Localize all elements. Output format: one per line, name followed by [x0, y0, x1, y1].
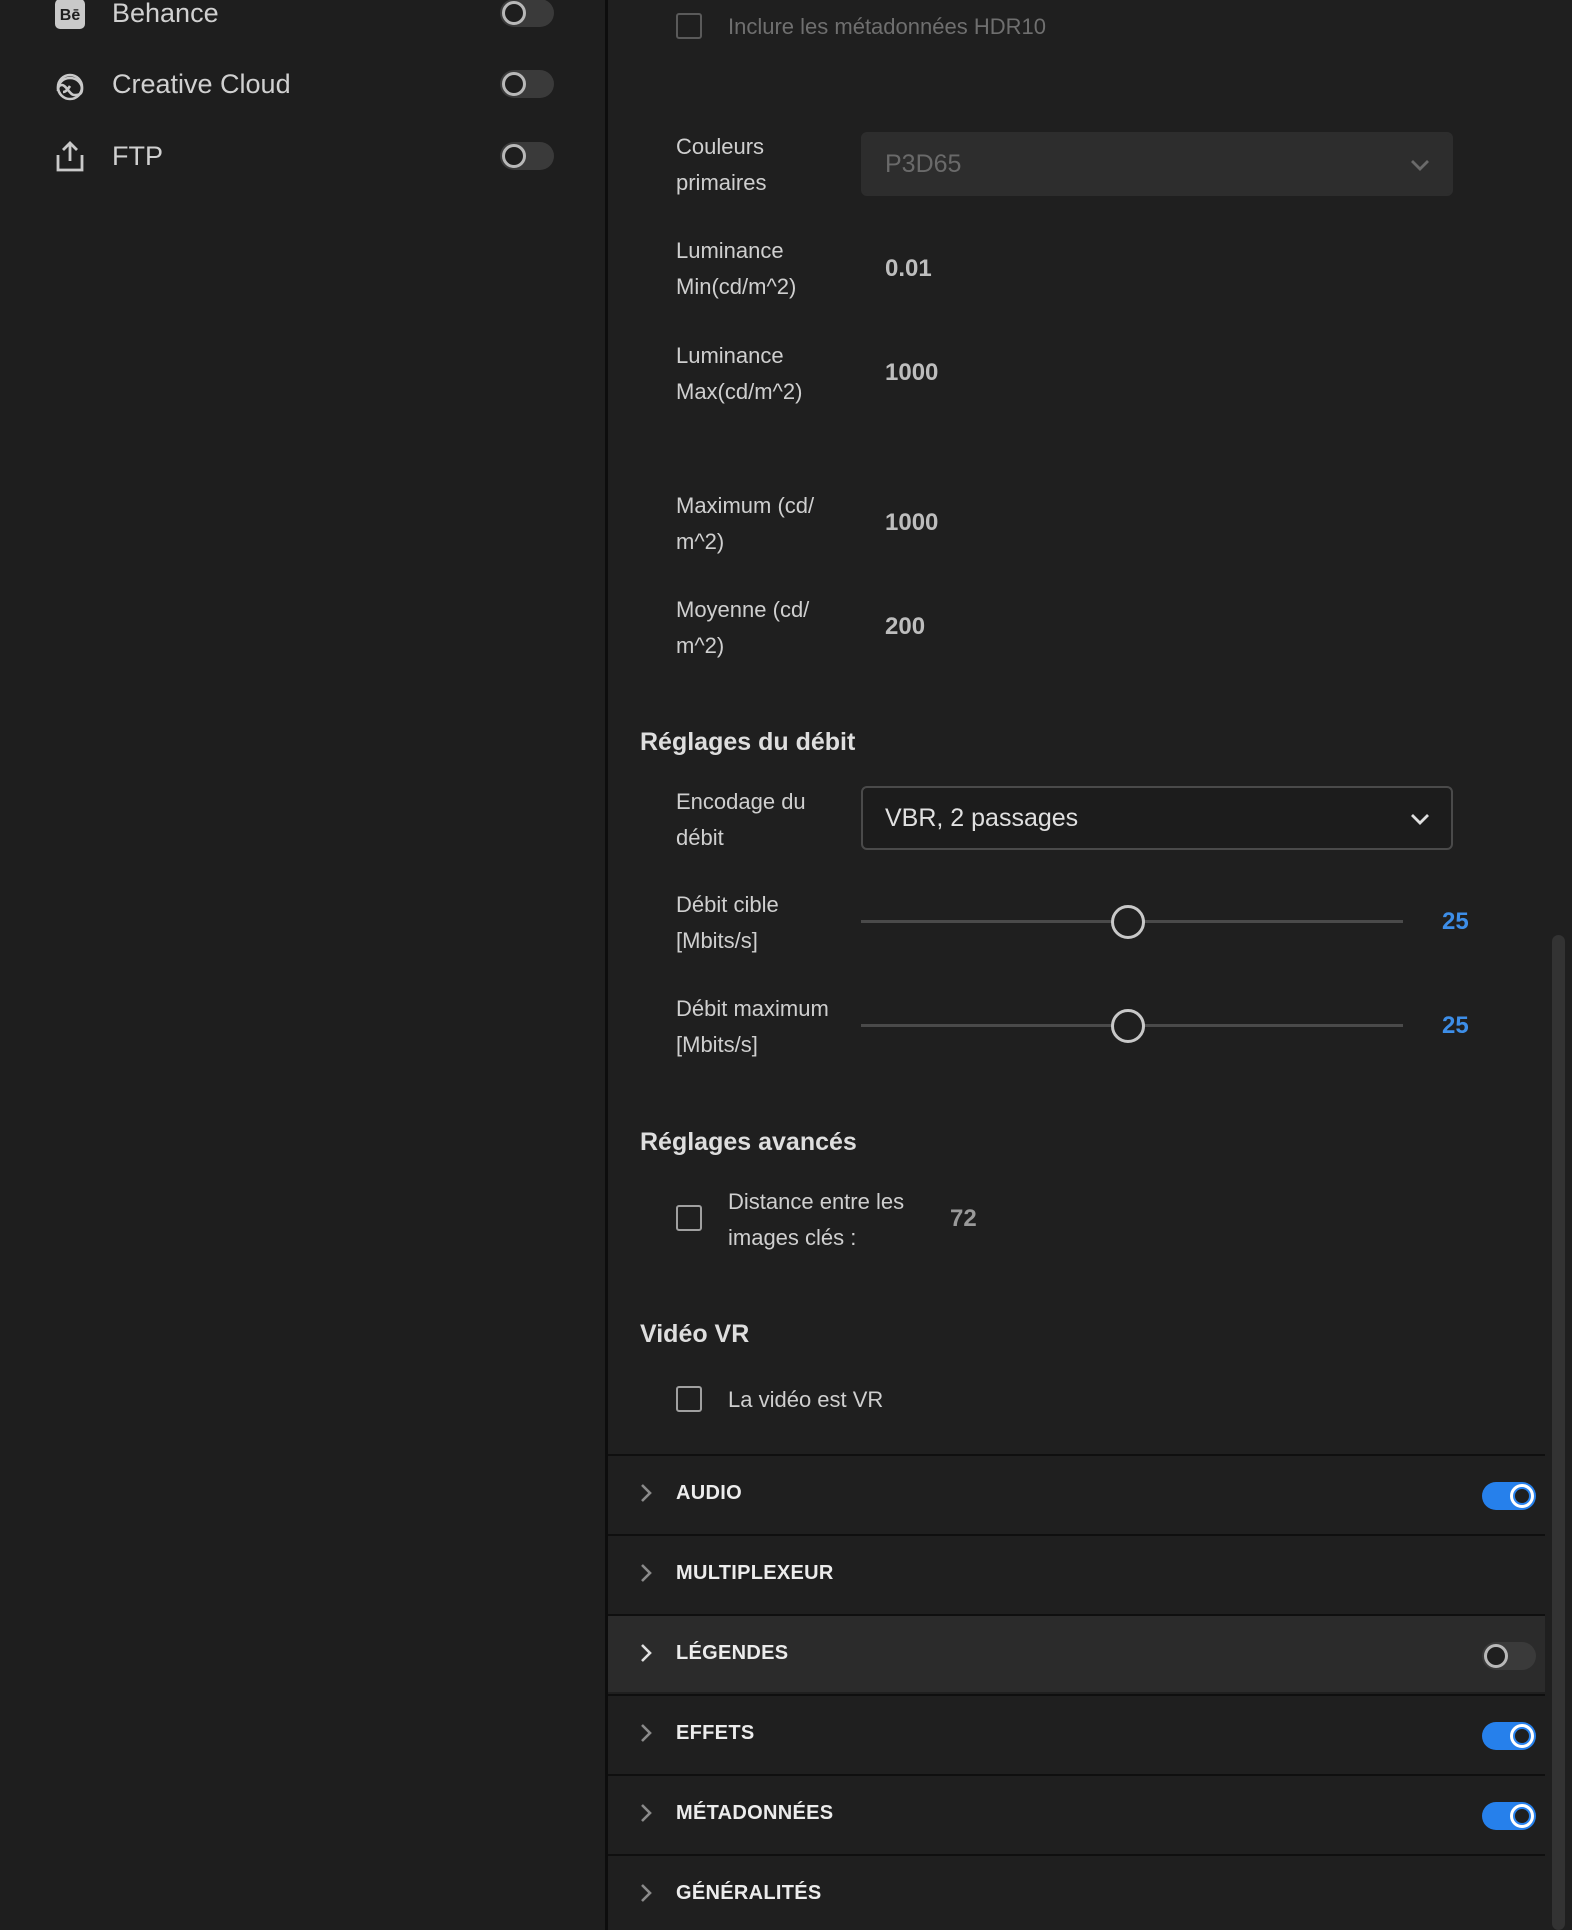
chevron-right-icon: [641, 1804, 652, 1822]
chevron-down-icon: [1411, 160, 1429, 171]
section-multiplexer[interactable]: MULTIPLEXEUR: [608, 1534, 1545, 1612]
dropdown-value: P3D65: [885, 150, 962, 178]
upload-icon: [52, 139, 88, 175]
color-primaries-dropdown[interactable]: P3D65: [861, 132, 1453, 196]
luminance-min-value[interactable]: 0.01: [885, 255, 932, 283]
chevron-down-icon: [1411, 814, 1429, 825]
target-bitrate-label: [Mbits/s]: [676, 928, 758, 953]
destination-label: FTP: [112, 141, 163, 171]
section-label: EFFETS: [676, 1722, 755, 1744]
section-audio[interactable]: AUDIO: [608, 1454, 1545, 1532]
creative-cloud-toggle[interactable]: [500, 70, 554, 98]
advanced-settings-title: Réglages avancés: [640, 1128, 857, 1156]
target-bitrate-label: Débit cible: [676, 892, 779, 917]
behance-toggle[interactable]: [500, 0, 554, 27]
chevron-right-icon: [641, 1644, 652, 1662]
keyframe-distance-label: images clés :: [728, 1225, 857, 1250]
section-label: LÉGENDES: [676, 1642, 789, 1664]
bitrate-encoding-dropdown[interactable]: VBR, 2 passages: [861, 786, 1453, 850]
destinations-sidebar: Bē Behance Creative Cloud FTP: [0, 0, 605, 1930]
bitrate-settings-title: Réglages du débit: [640, 728, 856, 756]
luminance-max-label: Max(cd/m^2): [676, 379, 803, 404]
color-primaries-label: Couleurs: [676, 134, 765, 159]
max-bitrate-label: [Mbits/s]: [676, 1032, 758, 1057]
chevron-right-icon: [641, 1564, 652, 1582]
destination-creative-cloud[interactable]: Creative Cloud: [0, 61, 605, 109]
svg-text:Bē: Bē: [60, 7, 81, 24]
destination-label: Behance: [112, 0, 219, 28]
scrollbar-thumb[interactable]: [1552, 935, 1565, 1930]
vr-video-title: Vidéo VR: [640, 1320, 750, 1348]
luminance-min-label: Min(cd/m^2): [676, 274, 797, 299]
destination-behance[interactable]: Bē Behance: [0, 0, 605, 38]
section-captions[interactable]: LÉGENDES: [608, 1614, 1545, 1692]
section-label: AUDIO: [676, 1482, 742, 1504]
export-settings-panel: Inclure les métadonnées HDR10 Couleurs p…: [608, 0, 1572, 1930]
section-effects[interactable]: EFFETS: [608, 1694, 1545, 1772]
dropdown-value: VBR, 2 passages: [885, 804, 1079, 832]
panel-scrollbar[interactable]: [1545, 0, 1572, 1930]
metadata-toggle[interactable]: [1482, 1802, 1536, 1830]
is-vr-checkbox[interactable]: [676, 1386, 702, 1412]
bitrate-encoding-label: débit: [676, 825, 724, 850]
chevron-right-icon: [641, 1884, 652, 1902]
captions-toggle[interactable]: [1482, 1642, 1536, 1670]
keyframe-distance-checkbox[interactable]: [676, 1205, 702, 1231]
target-bitrate-value[interactable]: 25: [1442, 908, 1469, 936]
content-light-maximum-label: m^2): [676, 529, 725, 554]
bitrate-encoding-label: Encodage du: [676, 789, 806, 814]
luminance-max-value[interactable]: 1000: [885, 359, 938, 387]
section-label: GÉNÉRALITÉS: [676, 1882, 822, 1904]
is-vr-label: La vidéo est VR: [728, 1387, 884, 1412]
include-hdr10-checkbox[interactable]: [676, 13, 702, 39]
behance-icon: Bē: [52, 0, 88, 32]
section-metadata[interactable]: MÉTADONNÉES: [608, 1774, 1545, 1852]
ftp-toggle[interactable]: [500, 142, 554, 170]
max-bitrate-slider-thumb[interactable]: [1111, 1009, 1145, 1043]
luminance-max-label: Luminance: [676, 343, 784, 368]
color-primaries-label: primaires: [676, 170, 767, 195]
max-bitrate-label: Débit maximum: [676, 996, 829, 1021]
content-light-average-label: m^2): [676, 633, 725, 658]
content-light-average-label: Moyenne (cd/: [676, 597, 810, 622]
creative-cloud-icon: [52, 67, 88, 103]
content-light-maximum-value[interactable]: 1000: [885, 509, 938, 537]
chevron-right-icon: [641, 1724, 652, 1742]
max-bitrate-value[interactable]: 25: [1442, 1012, 1469, 1040]
content-light-maximum-label: Maximum (cd/: [676, 493, 815, 518]
include-hdr10-label: Inclure les métadonnées HDR10: [728, 14, 1046, 39]
chevron-right-icon: [641, 1484, 652, 1502]
section-label: MÉTADONNÉES: [676, 1802, 834, 1824]
destination-ftp[interactable]: FTP: [0, 133, 605, 181]
effects-toggle[interactable]: [1482, 1722, 1536, 1750]
content-light-average-value[interactable]: 200: [885, 613, 925, 641]
keyframe-distance-label: Distance entre les: [728, 1189, 905, 1214]
target-bitrate-slider-thumb[interactable]: [1111, 905, 1145, 939]
section-general[interactable]: GÉNÉRALITÉS: [608, 1854, 1545, 1930]
keyframe-distance-value[interactable]: 72: [950, 1205, 977, 1233]
section-label: MULTIPLEXEUR: [676, 1562, 834, 1584]
audio-toggle[interactable]: [1482, 1482, 1536, 1510]
destination-label: Creative Cloud: [112, 69, 291, 99]
luminance-min-label: Luminance: [676, 238, 784, 263]
